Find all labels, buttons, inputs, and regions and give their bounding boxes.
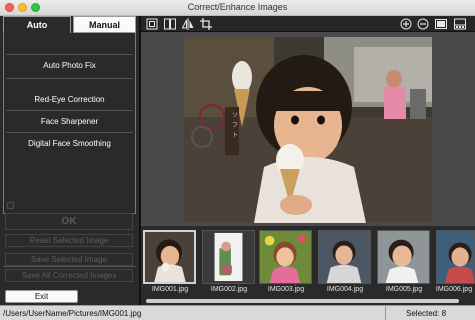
svg-text:ソ: ソ (232, 112, 238, 119)
save-all-corrected-images-button[interactable]: Save All Corrected Images (5, 269, 133, 282)
menu-divider (6, 110, 133, 111)
compare-view-icon[interactable] (164, 18, 176, 30)
menu-item-digital-face-smoothing[interactable]: Digital Face Smoothing (6, 134, 133, 153)
title-bar: Correct/Enhance Images (0, 0, 475, 16)
zoom-out-icon[interactable] (417, 18, 429, 30)
save-selected-image-button[interactable]: Save Selected Image (5, 253, 133, 266)
menu-divider (6, 132, 133, 133)
auto-correction-menu: Auto Photo Fix Red-Eye Correction Face S… (3, 33, 136, 214)
thumbnail-strip: IMG001.jpg IMG002.jpg IMG003.jpg IMG004.… (141, 226, 475, 305)
option-checkbox[interactable] (7, 202, 14, 209)
thumbnail-image (145, 232, 194, 282)
preview-area: ソ フ ト (141, 32, 475, 226)
menu-divider (6, 54, 133, 55)
thumbnail-image (437, 231, 475, 283)
divider (3, 266, 136, 267)
status-bar: /Users/UserName/Pictures/IMG001.jpg Sele… (0, 305, 475, 320)
thumbnail-label: IMG004.jpg (326, 286, 364, 293)
thumbnail-image (319, 231, 370, 283)
thumbnail-image (260, 231, 311, 283)
window-title: Correct/Enhance Images (187, 2, 288, 12)
thumbnail-label: IMG005.jpg (385, 286, 423, 293)
exit-button[interactable]: Exit (5, 290, 78, 303)
svg-text:ト: ト (232, 132, 238, 139)
thumbnail-img004[interactable] (318, 230, 371, 284)
tab-auto[interactable]: Auto (3, 16, 71, 33)
thumbnail-image (378, 231, 429, 283)
svg-text:フ: フ (232, 122, 238, 129)
thumbnail-label: IMG003.jpg (267, 286, 305, 293)
thumbnail-img003[interactable] (259, 230, 312, 284)
menu-item-face-sharpener[interactable]: Face Sharpener (6, 112, 133, 131)
left-panel: Auto Manual Auto Photo Fix Red-Eye Corre… (0, 16, 139, 305)
file-path: /Users/UserName/Pictures/IMG001.jpg (3, 309, 142, 318)
full-screen-icon[interactable] (435, 18, 447, 30)
status-divider (385, 306, 386, 320)
reset-selected-image-button[interactable]: Reset Selected Image (5, 234, 133, 247)
thumbnail-scrollbar-thumb[interactable] (146, 299, 459, 303)
thumbnail-label: IMG001.jpg (151, 286, 189, 293)
menu-item-red-eye-correction[interactable]: Red-Eye Correction (6, 90, 133, 109)
crop-icon[interactable] (200, 18, 212, 30)
mode-tabs: Auto Manual (3, 16, 136, 33)
menu-divider (6, 78, 133, 79)
flip-icon[interactable] (182, 18, 194, 30)
thumbnail-label: IMG006.jpg (435, 286, 473, 293)
tab-manual[interactable]: Manual (73, 16, 136, 33)
list-view-icon[interactable] (454, 18, 466, 30)
ok-button[interactable]: OK (5, 213, 133, 230)
selected-count: Selected: 8 (406, 309, 447, 318)
zoom-in-icon[interactable] (400, 18, 412, 30)
menu-item-auto-photo-fix[interactable]: Auto Photo Fix (6, 56, 133, 75)
thumbnail-img002[interactable] (202, 230, 255, 284)
thumbnail-img006[interactable] (436, 230, 475, 284)
fit-view-icon[interactable] (146, 18, 158, 30)
thumbnail-image (203, 231, 254, 283)
image-toolbar (141, 16, 475, 32)
preview-image[interactable]: ソ フ ト (184, 37, 432, 223)
thumbnail-img001[interactable] (143, 230, 196, 284)
thumbnail-img005[interactable] (377, 230, 430, 284)
thumbnail-label: IMG002.jpg (210, 286, 248, 293)
